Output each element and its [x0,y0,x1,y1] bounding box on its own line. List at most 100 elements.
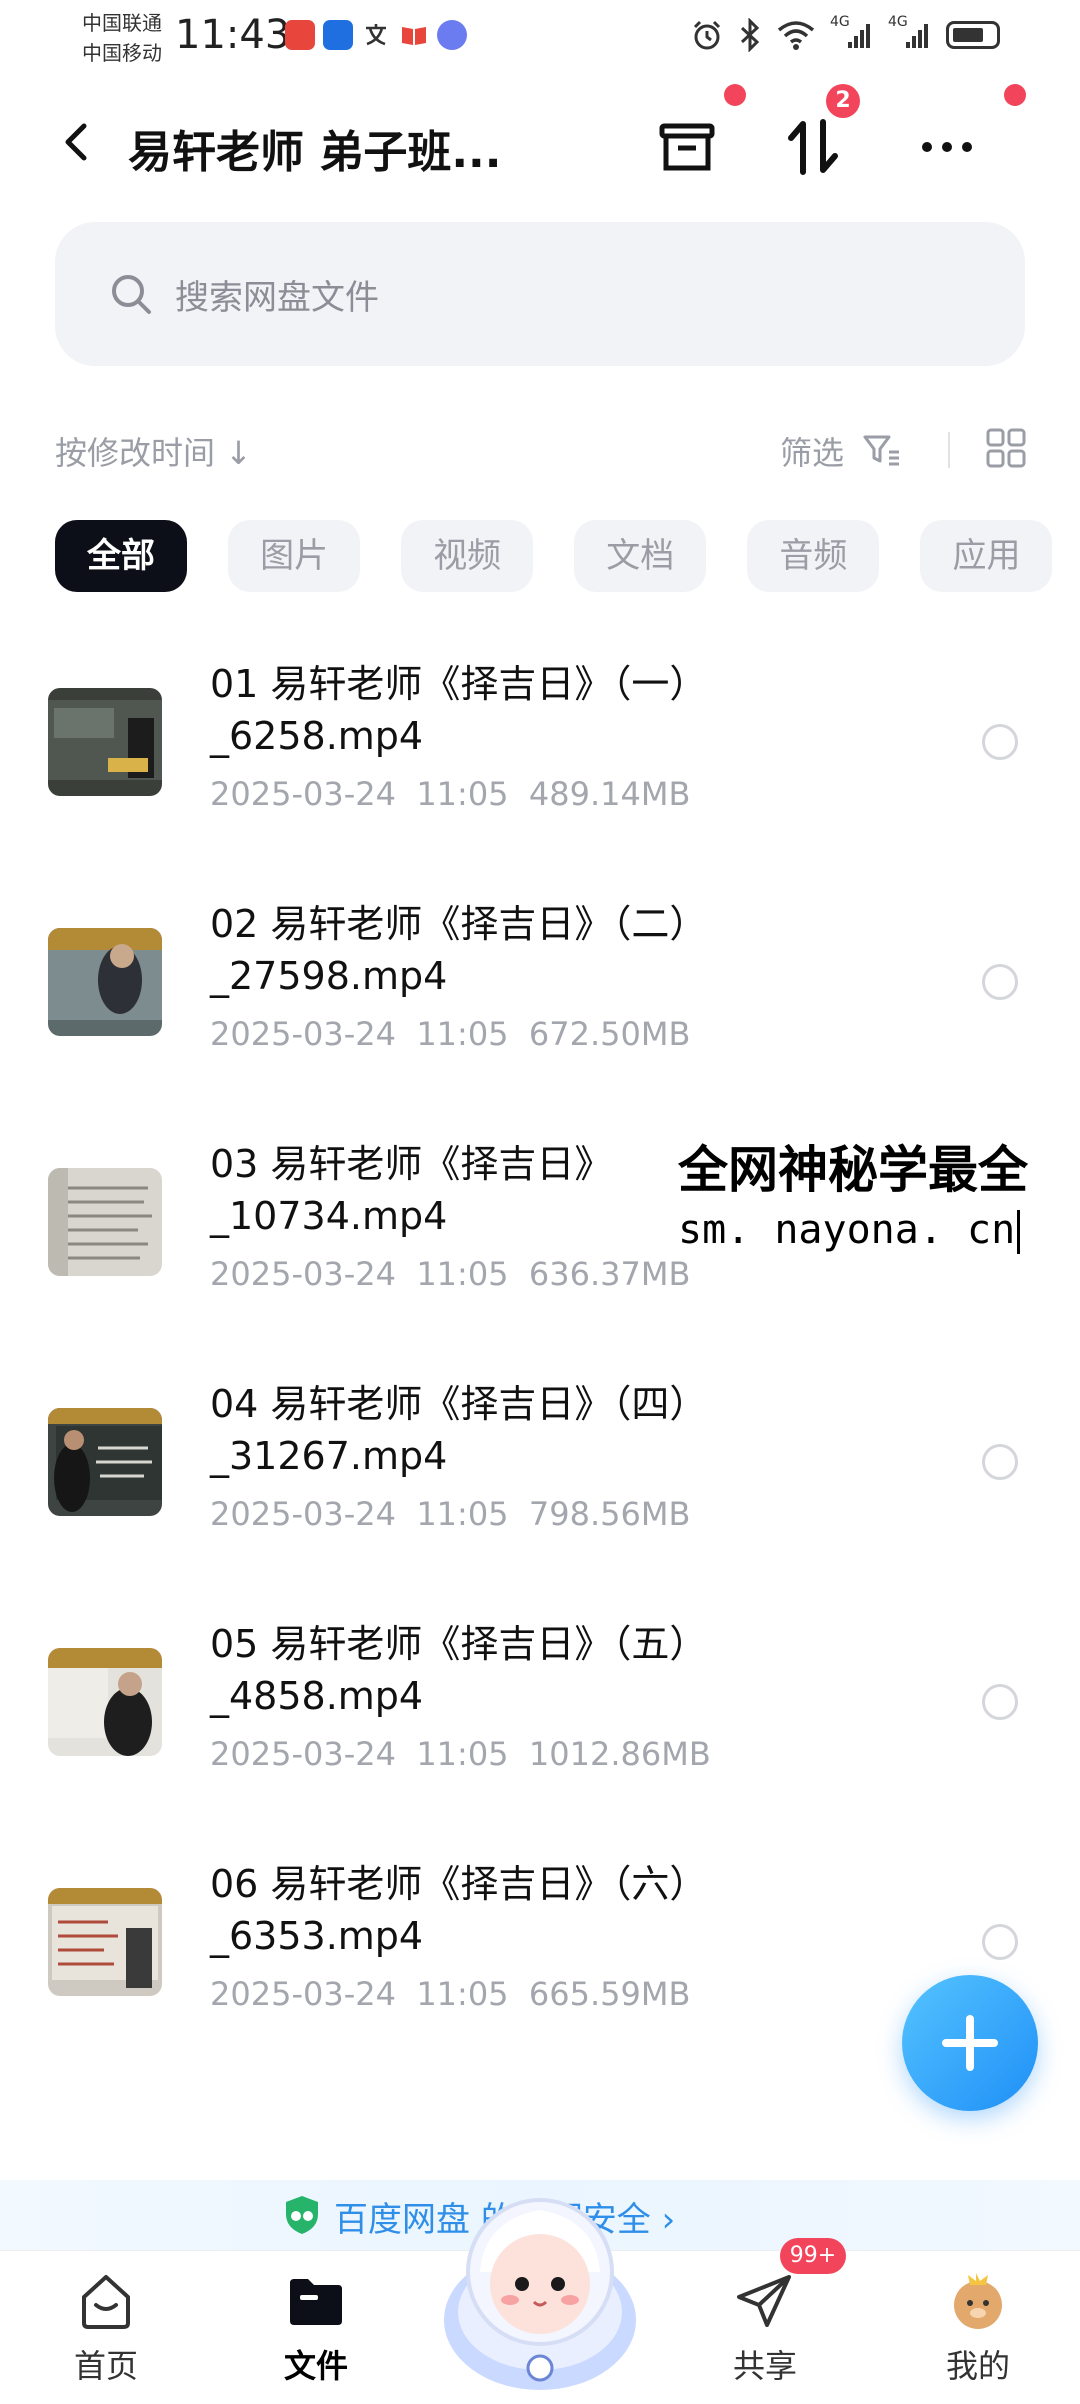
archive-button[interactable] [652,112,722,182]
video-thumbnail [48,688,162,796]
music-icon [437,20,467,50]
signal-icon-1: 4G [830,14,874,52]
file-row[interactable]: 05 易轩老师《择吉日》（五）_4858.mp4 2025-03-24 11:0… [0,1600,1080,1840]
carrier-2: 中国移动 [82,41,162,65]
tab-all[interactable]: 全部 [55,520,187,592]
sort-filter-row: 按修改时间 ↓ 筛选 [0,420,1080,480]
folder-icon [290,2279,342,2325]
more-icon [922,142,972,152]
file-time: 11:05 [416,1975,509,2013]
signal-icon-2: 4G [888,14,932,52]
file-meta: 2025-03-24 11:05 798.56MB [210,1495,690,1533]
assistant-mascot-icon [444,2198,636,2390]
file-meta: 2025-03-24 11:05 672.50MB [210,1015,690,1053]
file-size: 798.56MB [528,1495,691,1533]
file-size: 665.59MB [528,1975,691,2013]
category-tabs: 全部 图片 视频 文档 音频 应用 [55,520,1080,592]
nav-mine-label: 我的 [945,2347,1010,2385]
file-size: 489.14MB [528,775,691,813]
file-size: 636.37MB [528,1255,691,1293]
bluetooth-icon [740,18,760,52]
file-date: 2025-03-24 [210,1015,396,1053]
select-radio[interactable] [982,1684,1018,1720]
top-bar: 易轩老师 弟子班... 2 [0,84,1080,200]
video-thumbnail [48,1168,162,1276]
video-thumbnail [48,928,162,1036]
file-row[interactable]: 02 易轩老师《择吉日》（二）_27598.mp4 2025-03-24 11:… [0,880,1080,1120]
notification-icons [285,20,467,50]
wifi-icon [777,21,815,50]
archive-icon [659,123,715,171]
filter-icon[interactable] [862,430,902,470]
send-icon [737,2275,791,2327]
nav-share[interactable]: 共享 [695,2269,835,2387]
video-thumbnail [48,1648,162,1756]
transfer-count-badge: 2 [826,84,860,118]
transfer-button[interactable] [778,112,848,182]
system-indicators: 4G 4G [690,14,1000,52]
overlay-text-line2: sm. nayona. cn [678,1205,1080,1255]
tab-documents[interactable]: 文档 [574,520,707,592]
add-button[interactable] [902,1975,1038,2111]
plus-icon [942,2015,998,2071]
select-radio[interactable] [982,964,1018,1000]
file-row[interactable]: 01 易轩老师《择吉日》（一）_6258.mp4 2025-03-24 11:0… [0,640,1080,880]
file-row[interactable]: 04 易轩老师《择吉日》（四）_31267.mp4 2025-03-24 11:… [0,1360,1080,1600]
select-radio[interactable] [982,1444,1018,1480]
shield-icon [286,2196,318,2234]
back-button[interactable] [48,112,108,172]
file-size: 1012.86MB [528,1735,711,1773]
search-input[interactable]: 搜索网盘文件 [55,222,1025,366]
file-meta: 2025-03-24 11:05 1012.86MB [210,1735,711,1773]
file-time: 11:05 [416,1255,509,1293]
archive-notification-dot [724,84,746,106]
alarm-icon [693,20,721,50]
file-date: 2025-03-24 [210,1735,396,1773]
file-name: 02 易轩老师《择吉日》（二）_27598.mp4 [210,902,708,998]
search-icon [112,275,151,314]
more-notification-dot [1004,84,1026,106]
sort-button[interactable]: 按修改时间 ↓ [55,428,252,474]
file-name: 05 易轩老师《择吉日》（五）_4858.mp4 [210,1622,708,1718]
book-icon [399,20,429,50]
file-name: 06 易轩老师《择吉日》（六）_6353.mp4 [210,1862,708,1958]
tab-images[interactable]: 图片 [228,520,361,592]
grid-view-icon[interactable] [985,427,1027,469]
status-bar: 中国联通 中国移动 11:43 4G 4G [0,0,1080,80]
file-date: 2025-03-24 [210,1255,396,1293]
select-radio[interactable] [982,1924,1018,1960]
select-radio[interactable] [982,724,1018,760]
file-date: 2025-03-24 [210,1975,396,2013]
filter-button[interactable]: 筛选 [780,428,844,474]
tab-audio[interactable]: 音频 [747,520,880,592]
file-date: 2025-03-24 [210,775,396,813]
battery-icon [946,21,1000,49]
page-title: 易轩老师 弟子班... [128,127,502,178]
overlay-watermark: 全网神秘学最全 sm. nayona. cn [670,1135,1080,1259]
file-time: 11:05 [416,1015,509,1053]
nav-home-label: 首页 [73,2347,138,2385]
nav-mine[interactable]: 我的 [908,2269,1048,2387]
app-notification-icon [323,20,353,50]
avatar-icon [954,2273,1002,2329]
chevron-left-icon [65,123,87,161]
text-caret [1017,1210,1021,1254]
tab-apps[interactable]: 应用 [920,520,1053,592]
transfer-icon [788,119,838,175]
tab-videos[interactable]: 视频 [401,520,534,592]
translate-icon [361,20,391,50]
overlay-text-line1: 全网神秘学最全 [678,1141,1028,1199]
overlay-url: sm. nayona. cn [678,1207,1016,1253]
more-button[interactable] [912,112,982,182]
ai-assistant-button[interactable] [430,2180,650,2400]
file-meta: 2025-03-24 11:05 636.37MB [210,1255,690,1293]
video-thumbnail [48,1888,162,1996]
nav-home[interactable]: 首页 [36,2269,176,2387]
app-notification-icon [285,20,315,50]
video-thumbnail [48,1408,162,1516]
network-type-1: 4G [830,14,850,30]
file-name: 01 易轩老师《择吉日》（一）_6258.mp4 [210,662,708,758]
status-time: 11:43 [175,12,291,58]
nav-files[interactable]: 文件 [246,2269,386,2387]
file-name: 04 易轩老师《择吉日》（四）_31267.mp4 [210,1382,708,1478]
